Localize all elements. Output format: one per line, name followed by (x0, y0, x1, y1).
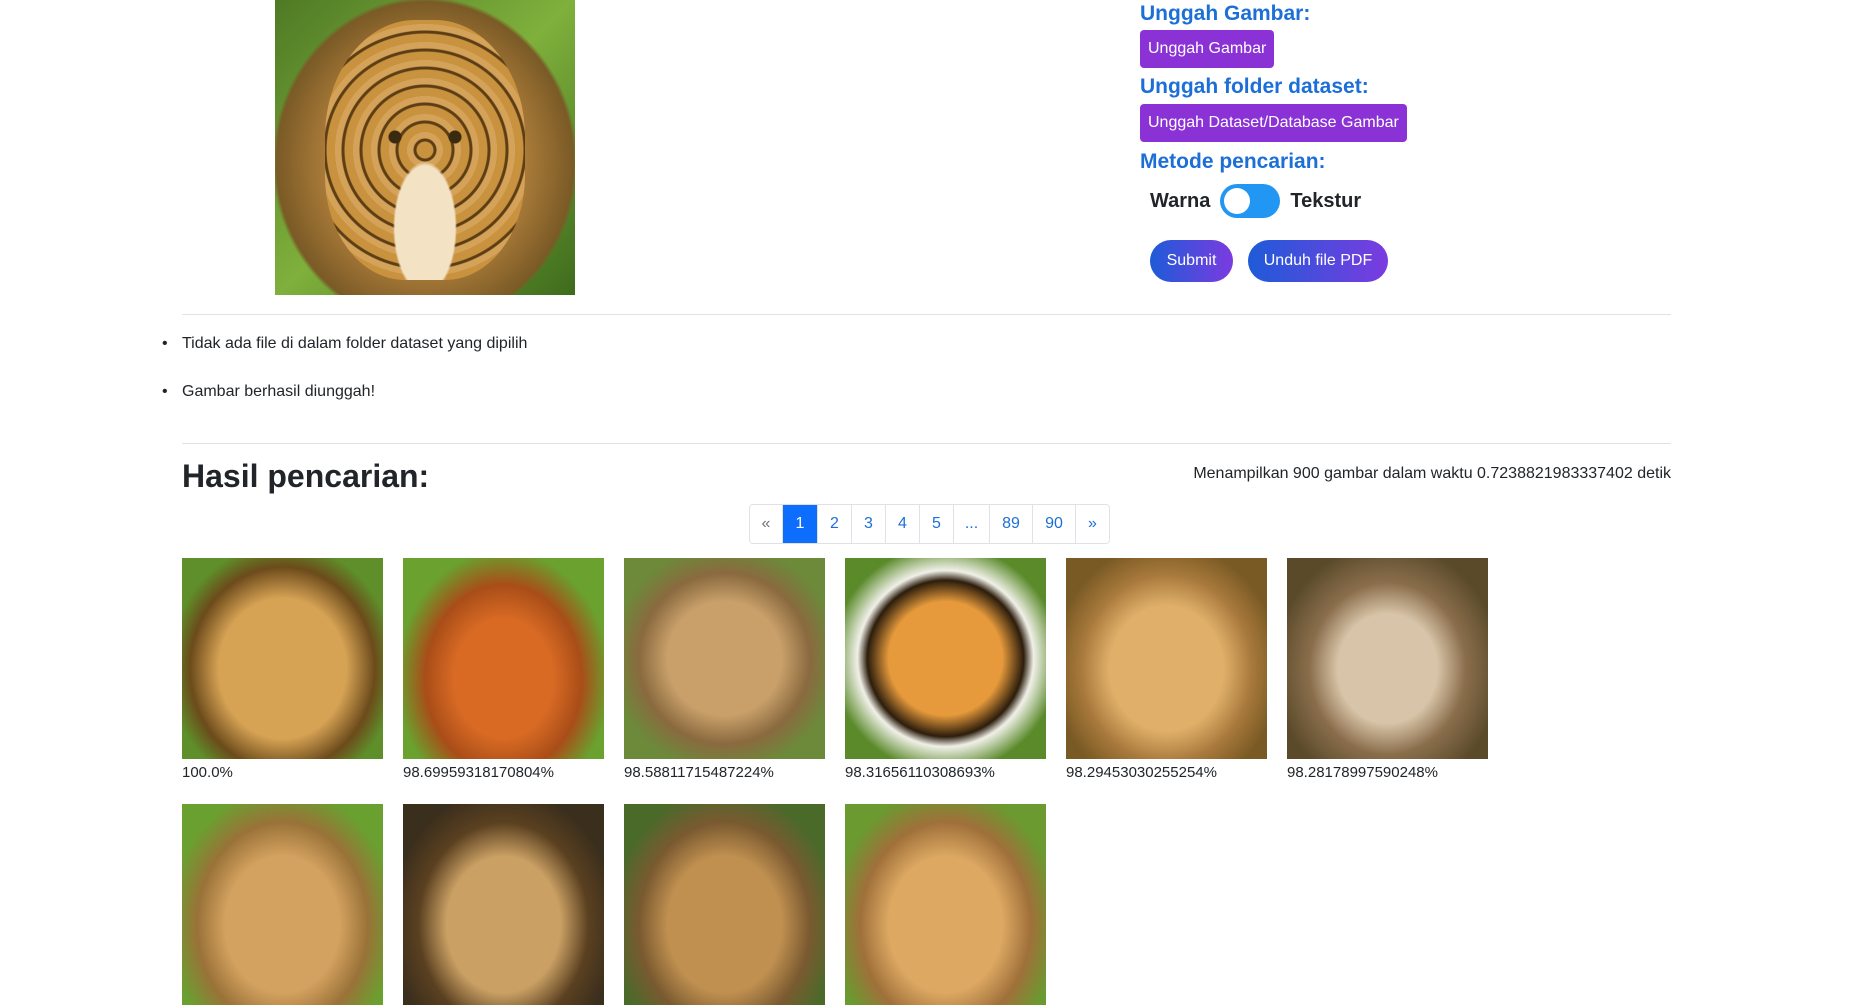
toggle-knob (1224, 188, 1251, 214)
page-ellipsis: ... (953, 505, 989, 543)
results-info: Menampilkan 900 gambar dalam waktu 0.723… (1193, 465, 1671, 482)
leopard-face-graphic (325, 20, 525, 280)
result-similarity: 100.0% (182, 764, 233, 781)
results-title: Hasil pencarian: (182, 458, 430, 494)
result-card[interactable] (845, 804, 1046, 1005)
pagination: « 1 2 3 4 5 ... 89 90 » (749, 504, 1110, 544)
result-image[interactable] (182, 558, 383, 759)
result-similarity: 98.69959318170804% (403, 764, 554, 781)
page-1[interactable]: 1 (782, 505, 817, 543)
result-card[interactable]: 98.28178997590248% (1287, 558, 1488, 781)
query-image (275, 0, 575, 295)
page-5[interactable]: 5 (919, 505, 953, 543)
divider (182, 314, 1671, 315)
download-pdf-button[interactable]: Unduh file PDF (1248, 240, 1388, 282)
page-90[interactable]: 90 (1032, 505, 1075, 543)
result-card[interactable]: 98.31656110308693% (845, 558, 1046, 781)
toggle-right-label: Tekstur (1290, 189, 1362, 212)
result-image[interactable] (845, 558, 1046, 759)
result-card[interactable] (403, 804, 604, 1005)
result-image[interactable] (624, 804, 825, 1005)
result-image[interactable] (403, 804, 604, 1005)
page-next[interactable]: » (1075, 505, 1109, 543)
upload-dataset-label: Unggah folder dataset: (1140, 75, 1369, 98)
result-image[interactable] (1066, 558, 1267, 759)
message-item: Gambar berhasil diunggah! (162, 383, 527, 401)
divider (182, 443, 1671, 444)
submit-button[interactable]: Submit (1150, 240, 1233, 282)
page-2[interactable]: 2 (817, 505, 851, 543)
message-list: Tidak ada file di dalam folder dataset y… (162, 335, 527, 431)
toggle-left-label: Warna (1150, 189, 1211, 212)
result-similarity: 98.28178997590248% (1287, 764, 1438, 781)
result-similarity: 98.31656110308693% (845, 764, 995, 781)
result-card[interactable] (624, 804, 825, 1005)
result-image[interactable] (845, 804, 1046, 1005)
result-card[interactable] (182, 804, 383, 1005)
result-similarity: 98.29453030255254% (1066, 764, 1217, 781)
message-item: Tidak ada file di dalam folder dataset y… (162, 335, 527, 353)
upload-image-label: Unggah Gambar: (1140, 2, 1311, 25)
page-89[interactable]: 89 (989, 505, 1032, 543)
result-card[interactable]: 100.0% (182, 558, 383, 781)
upload-dataset-button[interactable]: Unggah Dataset/Database Gambar (1140, 104, 1407, 142)
page-prev[interactable]: « (750, 505, 782, 543)
result-similarity: 98.58811715487224% (624, 764, 774, 781)
result-image[interactable] (624, 558, 825, 759)
result-card[interactable]: 98.29453030255254% (1066, 558, 1267, 781)
search-method-toggle-row: Warna Tekstur (1150, 184, 1361, 218)
page-3[interactable]: 3 (851, 505, 885, 543)
result-card[interactable]: 98.69959318170804% (403, 558, 604, 781)
method-toggle-switch[interactable] (1220, 184, 1281, 218)
page-4[interactable]: 4 (885, 505, 919, 543)
result-image[interactable] (182, 804, 383, 1005)
result-card[interactable]: 98.58811715487224% (624, 558, 825, 781)
search-method-label: Metode pencarian: (1140, 150, 1326, 173)
upload-image-button[interactable]: Unggah Gambar (1140, 30, 1275, 68)
result-image[interactable] (1287, 558, 1488, 759)
result-image[interactable] (403, 558, 604, 759)
